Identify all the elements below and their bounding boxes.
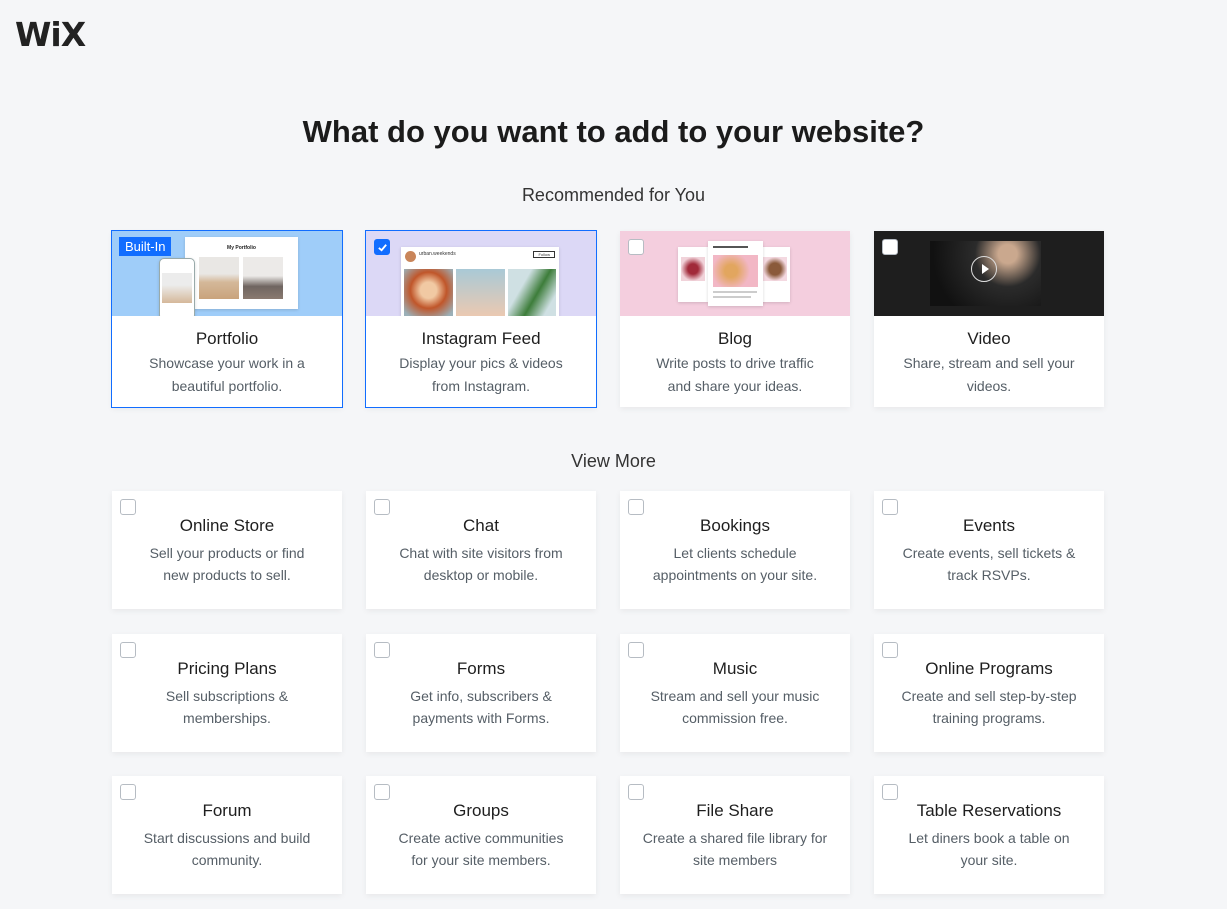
video-preview [874, 231, 1104, 316]
card-title: Online Store [179, 516, 275, 535]
card-description: Create a shared file library for site mem… [642, 830, 828, 868]
view-more-heading: View More [571, 451, 656, 471]
checkbox[interactable] [628, 642, 644, 658]
card-description: Sell subscriptions & memberships. [165, 688, 289, 726]
card-description: Stream and sell your music commission fre… [650, 688, 820, 726]
card-portfolio[interactable]: My Portfolio Built-In Portfolio Showcase… [111, 230, 343, 408]
card-online-programs[interactable]: Online Programs Create and sell step-by-s… [874, 634, 1104, 752]
card-description: Create and sell step-by-step training pro… [901, 688, 1077, 726]
checkbox[interactable] [120, 784, 136, 800]
checkbox[interactable] [882, 499, 898, 515]
checkbox[interactable] [882, 784, 898, 800]
card-title: Bookings [700, 516, 770, 535]
card-title: Online Programs [925, 659, 1053, 678]
card-description: Write posts to drive traffic and share y… [656, 355, 814, 394]
checkbox[interactable] [882, 642, 898, 658]
card-description: Display your pics & videos from Instagra… [399, 355, 563, 394]
card-title: Portfolio [195, 329, 259, 348]
card-table-reservations[interactable]: Table Reservations Let diners book a tabl… [874, 776, 1104, 894]
card-description: Sell your products or find new products t… [149, 545, 305, 583]
instagram-preview: urban.weekends Follow [366, 231, 596, 316]
card-chat[interactable]: Chat Chat with site visitors from desktop … [366, 491, 596, 609]
checkbox[interactable] [628, 239, 644, 255]
card-title: Groups [453, 801, 509, 820]
card-pricing-plans[interactable]: Pricing Plans Sell subscriptions & members… [112, 634, 342, 752]
checkbox[interactable] [374, 239, 390, 255]
wix-logo: WiX [15, 15, 86, 54]
checkbox[interactable] [374, 784, 390, 800]
card-description: Let diners book a table on your site. [908, 830, 1070, 868]
card-video[interactable]: Video Share, stream and sell your videos… [874, 231, 1104, 407]
card-description: Chat with site visitors from desktop or m… [399, 545, 563, 583]
built-in-badge: Built-In [119, 237, 172, 256]
page-title: What do you want to add to your website? [302, 114, 925, 149]
card-description: Let clients schedule appointments on your… [652, 545, 818, 583]
card-title: Blog [717, 329, 753, 348]
recommended-heading: Recommended for You [521, 185, 706, 205]
card-online-store[interactable]: Online Store Sell your products or find ne… [112, 491, 342, 609]
card-title: Chat [463, 516, 499, 535]
preview-heading: My Portfolio [227, 245, 256, 251]
card-description: Get info, subscribers & payments with For… [410, 688, 552, 726]
card-blog[interactable]: Blog Write posts to drive traffic and sh… [620, 231, 850, 407]
checkbox[interactable] [628, 499, 644, 515]
blog-preview [620, 231, 850, 316]
play-icon [971, 256, 997, 282]
card-events[interactable]: Events Create events, sell tickets & track… [874, 491, 1104, 609]
card-title: Forms [456, 659, 506, 678]
card-title: Music [712, 659, 758, 678]
card-description: Create active communities for your site m… [398, 830, 564, 868]
card-title: Instagram Feed [421, 329, 541, 348]
card-title: File Share [696, 801, 774, 820]
checkbox[interactable] [374, 499, 390, 515]
card-forms[interactable]: Forms Get info, subscribers & payments wit… [366, 634, 596, 752]
portfolio-preview: My Portfolio Built-In [112, 231, 342, 316]
card-bookings[interactable]: Bookings Let clients schedule appointments… [620, 491, 850, 609]
checkbox[interactable] [882, 239, 898, 255]
preview-follow: Follow [533, 251, 555, 258]
card-groups[interactable]: Groups Create active communities for your … [366, 776, 596, 894]
card-title: Pricing Plans [177, 659, 277, 678]
card-description: Create events, sell tickets & track RSVPs… [902, 545, 1076, 583]
checkbox[interactable] [120, 499, 136, 515]
card-title: Forum [202, 801, 252, 820]
checkmark-icon [377, 243, 387, 252]
card-instagram-feed[interactable]: urban.weekends Follow Instagram Feed Dis… [365, 230, 597, 408]
card-title: Events [963, 516, 1015, 535]
preview-account: urban.weekends [419, 251, 456, 257]
card-description: Start discussions and build community. [143, 830, 311, 868]
checkbox[interactable] [374, 642, 390, 658]
checkbox[interactable] [120, 642, 136, 658]
card-description: Showcase your work in a beautiful portfo… [149, 355, 305, 394]
card-description: Share, stream and sell your videos. [903, 355, 1075, 394]
card-music[interactable]: Music Stream and sell your music commissio… [620, 634, 850, 752]
card-forum[interactable]: Forum Start discussions and build communit… [112, 776, 342, 894]
card-title: Video [967, 329, 1011, 348]
card-title: Table Reservations [916, 801, 1062, 820]
card-file-share[interactable]: File Share Create a shared file library f… [620, 776, 850, 894]
checkbox[interactable] [628, 784, 644, 800]
